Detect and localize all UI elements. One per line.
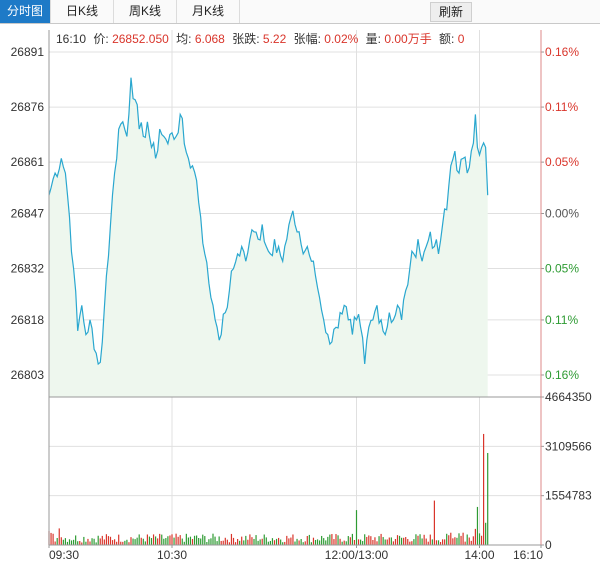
volume-tick-label: 4664350 bbox=[545, 390, 592, 404]
y-tick-label: 26832 bbox=[11, 262, 45, 276]
info-pct: 0.02% bbox=[324, 32, 358, 46]
pct-tick-label: 0.00% bbox=[545, 207, 579, 221]
pct-tick-label: 0.05% bbox=[545, 262, 579, 276]
info-avg: 6.068 bbox=[195, 32, 225, 46]
info-time: 16:10 bbox=[56, 32, 86, 46]
x-tick-label: 10:30 bbox=[157, 548, 187, 562]
pct-tick-label: 0.16% bbox=[545, 45, 579, 59]
info-amt: 0 bbox=[458, 32, 465, 46]
x-tick-label: 14:00 bbox=[464, 548, 494, 562]
info-price-label: 价: bbox=[93, 32, 108, 46]
x-tick-label: 16:10 bbox=[513, 548, 543, 562]
y-tick-label: 26876 bbox=[11, 100, 45, 114]
volume-tick-label: 0 bbox=[545, 538, 552, 552]
x-tick-label: 09:30 bbox=[49, 548, 79, 562]
info-amt-label: 额: bbox=[439, 32, 454, 46]
y-tick-label: 26861 bbox=[11, 155, 45, 169]
info-change-label: 张跌: bbox=[232, 31, 259, 46]
price-series bbox=[48, 77, 489, 397]
volume-tick-label: 1554783 bbox=[545, 489, 592, 503]
y-tick-label: 26818 bbox=[11, 313, 45, 327]
pct-tick-label: 0.11% bbox=[545, 100, 578, 114]
volume-series bbox=[48, 433, 489, 545]
x-tick-label: 12:00/13:00 bbox=[325, 548, 389, 562]
info-vol: 0.00万手 bbox=[384, 32, 431, 46]
pct-tick-label: 0.16% bbox=[545, 368, 579, 382]
info-vol-label: 量: bbox=[366, 32, 381, 46]
info-pct-label: 张幅: bbox=[294, 31, 321, 46]
intraday-chart: 26891 0.16% 26876 0.11% 26861 0.05% 26847 0.00%… bbox=[11, 30, 592, 562]
info-avg-label: 均: bbox=[176, 32, 191, 46]
pct-tick-label: 0.11% bbox=[545, 313, 578, 327]
y-tick-label: 26891 bbox=[11, 45, 45, 59]
pct-tick-label: 0.05% bbox=[545, 155, 579, 169]
volume-tick-label: 3109566 bbox=[545, 439, 592, 453]
info-price: 26852.050 bbox=[112, 32, 169, 46]
info-change: 5.22 bbox=[263, 32, 287, 46]
info-line: 16:10 价: 26852.050 均: 6.068 张跌: 5.22 张幅:… bbox=[56, 31, 465, 46]
price-area bbox=[49, 77, 488, 397]
y-tick-label: 26803 bbox=[11, 368, 45, 382]
y-tick-label: 26847 bbox=[11, 207, 45, 221]
